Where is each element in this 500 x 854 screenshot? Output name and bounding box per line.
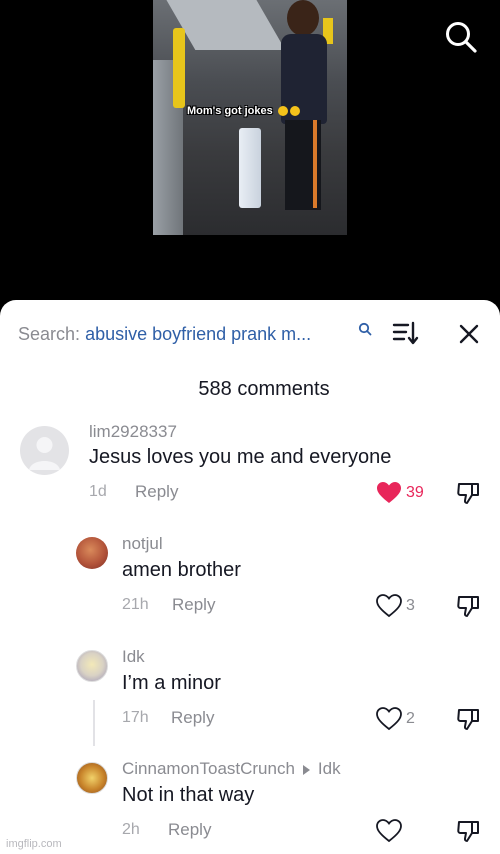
search-query-link[interactable]: abusive boyfriend prank m... bbox=[85, 324, 311, 344]
laughing-emoji-icon bbox=[289, 106, 300, 117]
video-yellow-post bbox=[173, 28, 185, 108]
watermark: imgflip.com bbox=[6, 838, 62, 850]
avatar[interactable] bbox=[76, 762, 108, 794]
reply-button[interactable]: Reply bbox=[135, 482, 178, 502]
search-icon[interactable] bbox=[444, 20, 478, 54]
comment-count: 588 comments bbox=[198, 378, 330, 400]
comment-username[interactable]: Idk bbox=[122, 647, 145, 667]
search-prefix: Search: bbox=[18, 324, 81, 344]
close-icon[interactable] bbox=[457, 322, 481, 346]
comment-username[interactable]: notjul bbox=[122, 534, 163, 554]
thread-line bbox=[93, 700, 95, 746]
comment-time: 2h bbox=[122, 821, 140, 838]
comments-sheet: Search: abusive boyfriend prank m... 588… bbox=[0, 300, 500, 854]
avatar[interactable] bbox=[20, 426, 69, 475]
comment-text: I’m a minor bbox=[122, 672, 221, 694]
reply-button[interactable]: Reply bbox=[172, 595, 215, 615]
heart-icon[interactable] bbox=[376, 594, 402, 618]
search-suggestion[interactable]: Search: abusive boyfriend prank m... bbox=[18, 324, 378, 345]
comment-text: Not in that way bbox=[122, 784, 255, 806]
heart-icon[interactable] bbox=[376, 707, 402, 731]
search-icon bbox=[358, 322, 372, 336]
comment-username-text[interactable]: CinnamonToastCrunch bbox=[122, 759, 295, 778]
laughing-emoji-icon bbox=[277, 106, 288, 117]
thumbs-down-icon[interactable] bbox=[456, 818, 482, 844]
like-count: 2 bbox=[406, 710, 415, 727]
reply-button[interactable]: Reply bbox=[171, 708, 214, 728]
video-bottle-shape bbox=[239, 128, 261, 208]
comment-time: 21h bbox=[122, 596, 149, 613]
comment-time: 1d bbox=[89, 483, 107, 500]
video-thumbnail[interactable]: Mom's got jokes bbox=[153, 0, 347, 235]
sort-icon[interactable] bbox=[392, 320, 420, 346]
thumbs-down-icon[interactable] bbox=[456, 593, 482, 619]
avatar[interactable] bbox=[76, 650, 108, 682]
thumbs-down-icon[interactable] bbox=[456, 480, 482, 506]
avatar[interactable] bbox=[76, 537, 108, 569]
comment-time: 17h bbox=[122, 709, 149, 726]
comment-text: Jesus loves you me and everyone bbox=[89, 446, 392, 468]
comment-username[interactable]: CinnamonToastCrunch Idk bbox=[122, 759, 341, 779]
heart-icon[interactable] bbox=[376, 819, 402, 843]
comment-username[interactable]: lim2928337 bbox=[89, 422, 177, 442]
video-area[interactable]: Mom's got jokes bbox=[0, 0, 500, 310]
reply-to-username[interactable]: Idk bbox=[318, 759, 341, 778]
like-count: 3 bbox=[406, 597, 415, 614]
reply-to-arrow-icon bbox=[302, 764, 310, 775]
reply-button[interactable]: Reply bbox=[168, 820, 211, 840]
heart-icon[interactable] bbox=[376, 481, 402, 505]
video-caption: Mom's got jokes bbox=[187, 105, 300, 117]
comment-text: amen brother bbox=[122, 559, 241, 581]
like-count: 39 bbox=[406, 484, 424, 501]
thumbs-down-icon[interactable] bbox=[456, 706, 482, 732]
